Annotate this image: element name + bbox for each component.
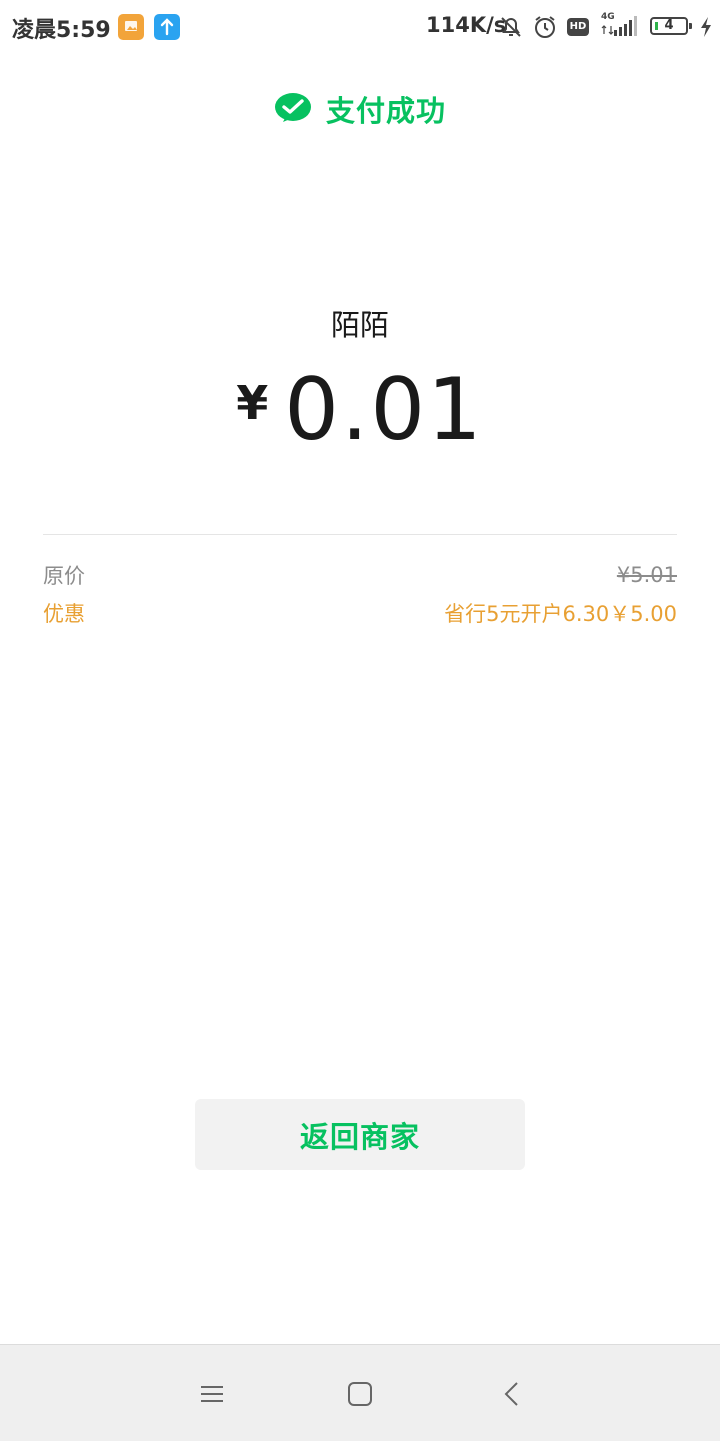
battery-icon: 4 xyxy=(650,17,692,35)
gallery-app-icon xyxy=(118,14,144,40)
network-speed: 114K/s xyxy=(426,13,507,37)
discount-row: 优惠 省行5元开户6.30￥5.00 xyxy=(43,598,677,628)
system-navigation-bar xyxy=(0,1344,720,1441)
original-price-value: ¥5.01 xyxy=(616,563,677,587)
discount-label: 优惠 xyxy=(43,602,85,626)
page-title: 支付成功 xyxy=(325,94,446,128)
original-price-label: 原价 xyxy=(43,564,85,588)
upload-app-icon xyxy=(154,14,180,40)
wechat-pay-check-icon xyxy=(274,93,311,122)
original-price-row: 原价 ¥5.01 xyxy=(43,560,677,590)
home-icon[interactable] xyxy=(345,1379,375,1409)
payment-success-header: 支付成功 xyxy=(0,84,720,134)
discount-value: 省行5元开户6.30￥5.00 xyxy=(444,602,677,626)
charging-icon xyxy=(701,17,711,37)
divider xyxy=(43,534,677,535)
currency-symbol: ¥ xyxy=(236,376,269,430)
return-to-merchant-button[interactable]: 返回商家 xyxy=(195,1099,525,1170)
hd-voice-icon: HD xyxy=(567,18,589,36)
status-time: 凌晨5:59 xyxy=(12,18,111,43)
menu-icon[interactable] xyxy=(197,1379,227,1409)
merchant-name: 陌陌 xyxy=(330,308,389,342)
payment-amount: ¥ 0.01 xyxy=(0,360,720,460)
alarm-icon xyxy=(535,16,555,38)
status-bar: 凌晨5:59 114K/s HD 4G 4 xyxy=(0,0,720,56)
signal-icon xyxy=(601,16,637,36)
mute-bell-icon xyxy=(501,17,521,37)
back-icon[interactable] xyxy=(497,1379,527,1409)
amount-value: 0.01 xyxy=(284,360,484,460)
